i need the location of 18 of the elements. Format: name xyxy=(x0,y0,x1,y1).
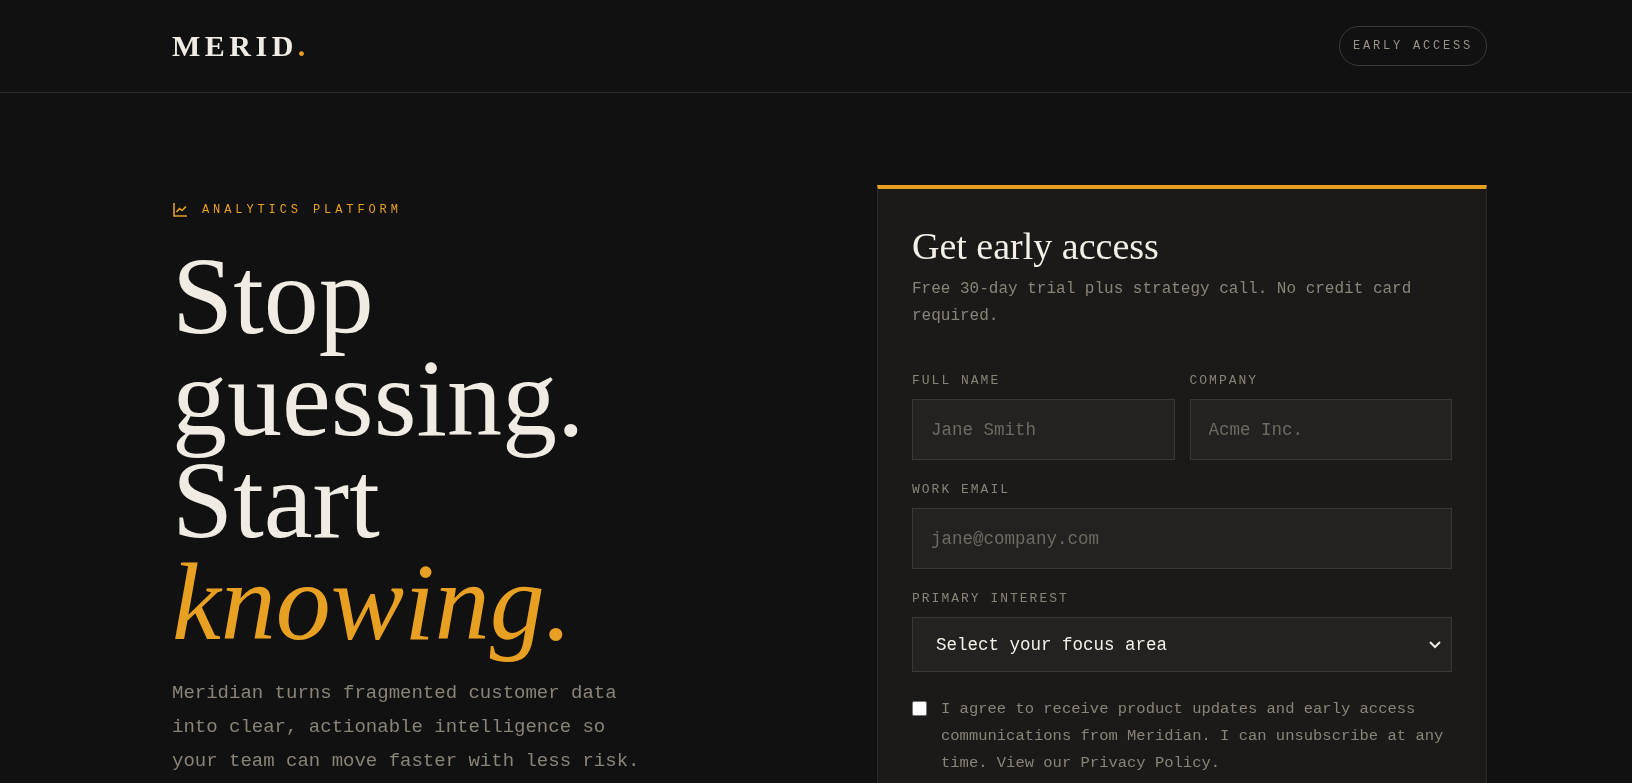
input-field[interactable]: Jane Smith xyxy=(912,399,1175,460)
field-label: PRIMARY INTEREST xyxy=(912,591,1069,606)
field-label: FULL NAME xyxy=(912,373,1001,388)
consent-text: I agree to receive product updates and early access communications from Meridian. I can unsubscribe at any time. View our Privacy Policy. xyxy=(941,699,1445,774)
input-field[interactable]: jane@company.com xyxy=(912,508,1452,569)
eyebrow-label: ANALYTICS PLATFORM xyxy=(202,203,402,217)
field-label: COMPANY xyxy=(1189,373,1259,388)
headline-accent: knowing. xyxy=(172,540,574,664)
select-dropdown[interactable]: Select your focus area xyxy=(912,617,1452,672)
consent-checkbox[interactable] xyxy=(912,701,927,716)
input-field[interactable]: Acme Inc. xyxy=(1189,399,1452,460)
form-subtitle: Free 30-day trial plus strategy call. No credit card required. xyxy=(912,279,1413,327)
logo[interactable]: MERID. xyxy=(172,29,310,63)
chart-icon xyxy=(172,202,188,218)
chevron-icon xyxy=(1429,640,1441,649)
form-title: Get early access xyxy=(912,225,1159,267)
hero-paragraph: Meridian turns fragmented customer data into clear, actionable intelligence so your team can move faster with less risk. xyxy=(172,681,641,774)
field-label: WORK EMAIL xyxy=(912,482,1010,497)
